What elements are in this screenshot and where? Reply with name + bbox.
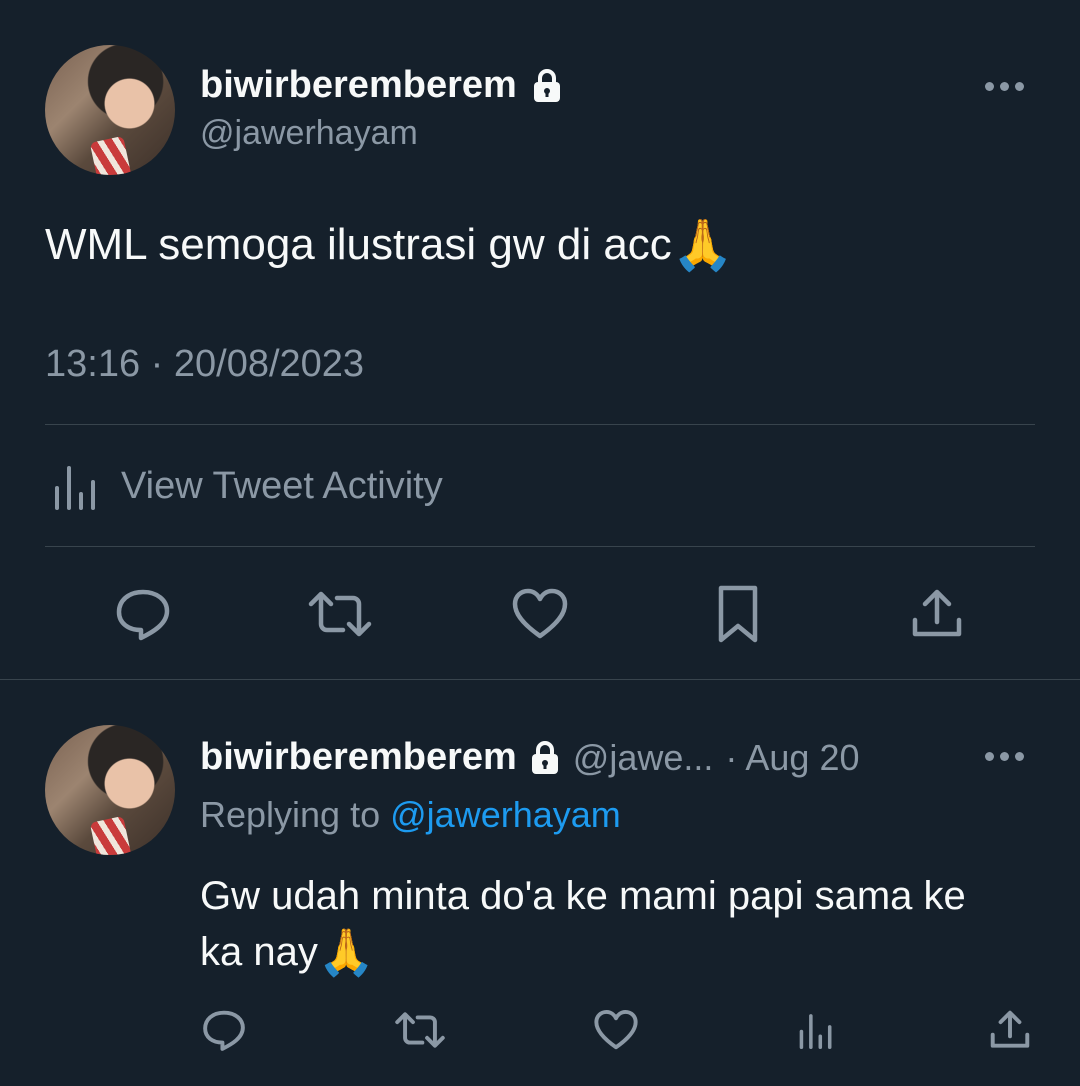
share-icon (990, 1010, 1030, 1048)
reply-avatar[interactable] (45, 725, 175, 855)
reply-icon (203, 1010, 245, 1051)
tweet-text: WML semoga ilustrasi gw di acc (45, 220, 672, 269)
share-button[interactable] (902, 584, 972, 644)
view-activity-label: View Tweet Activity (121, 464, 443, 507)
reply-button[interactable] (196, 1006, 252, 1054)
share-icon (912, 589, 962, 637)
retweet-button[interactable] (390, 1006, 450, 1054)
user-handle[interactable]: @jawerhayam (200, 114, 418, 153)
avatar[interactable] (45, 45, 175, 175)
analytics-button[interactable] (786, 1006, 842, 1054)
retweet-icon (308, 591, 372, 637)
reply-handle[interactable]: @jawe... (573, 737, 714, 779)
heart-icon (594, 1009, 638, 1050)
heart-icon (512, 588, 568, 639)
reply-button[interactable] (108, 584, 178, 644)
folded-hands-emoji: 🙏 (317, 926, 376, 978)
lock-icon (529, 740, 561, 776)
display-name[interactable]: biwirberemberem (200, 64, 517, 107)
section-divider (0, 679, 1080, 680)
lock-icon (531, 68, 563, 104)
retweet-icon (395, 1012, 445, 1048)
divider (45, 546, 1035, 547)
reply-text-line: Gw udah minta do'a ke mami papi sama ke (200, 874, 966, 918)
analytics-icon (799, 1014, 832, 1050)
more-options-icon[interactable] (985, 752, 1024, 761)
view-activity-button[interactable]: View Tweet Activity (45, 458, 443, 514)
bookmark-button[interactable] (703, 584, 773, 644)
more-options-icon[interactable] (985, 82, 1024, 91)
like-button[interactable] (588, 1006, 644, 1054)
share-button[interactable] (982, 1006, 1038, 1054)
replying-to-label: Replying to (200, 794, 381, 835)
reply-text-line: ka nay (200, 930, 318, 974)
analytics-icon (45, 458, 101, 514)
replying-to-link[interactable]: @jawerhayam (390, 794, 621, 835)
bookmark-icon (718, 585, 758, 643)
reply-display-name[interactable]: biwirberemberem (200, 736, 517, 779)
reply-date[interactable]: · Aug 20 (725, 737, 859, 779)
like-button[interactable] (505, 584, 575, 644)
divider (45, 424, 1035, 425)
tweet-timestamp[interactable]: 13:16 · 20/08/2023 (45, 343, 364, 386)
reply-icon (116, 589, 170, 641)
folded-hands-emoji: 🙏 (671, 217, 735, 273)
retweet-button[interactable] (305, 584, 375, 644)
